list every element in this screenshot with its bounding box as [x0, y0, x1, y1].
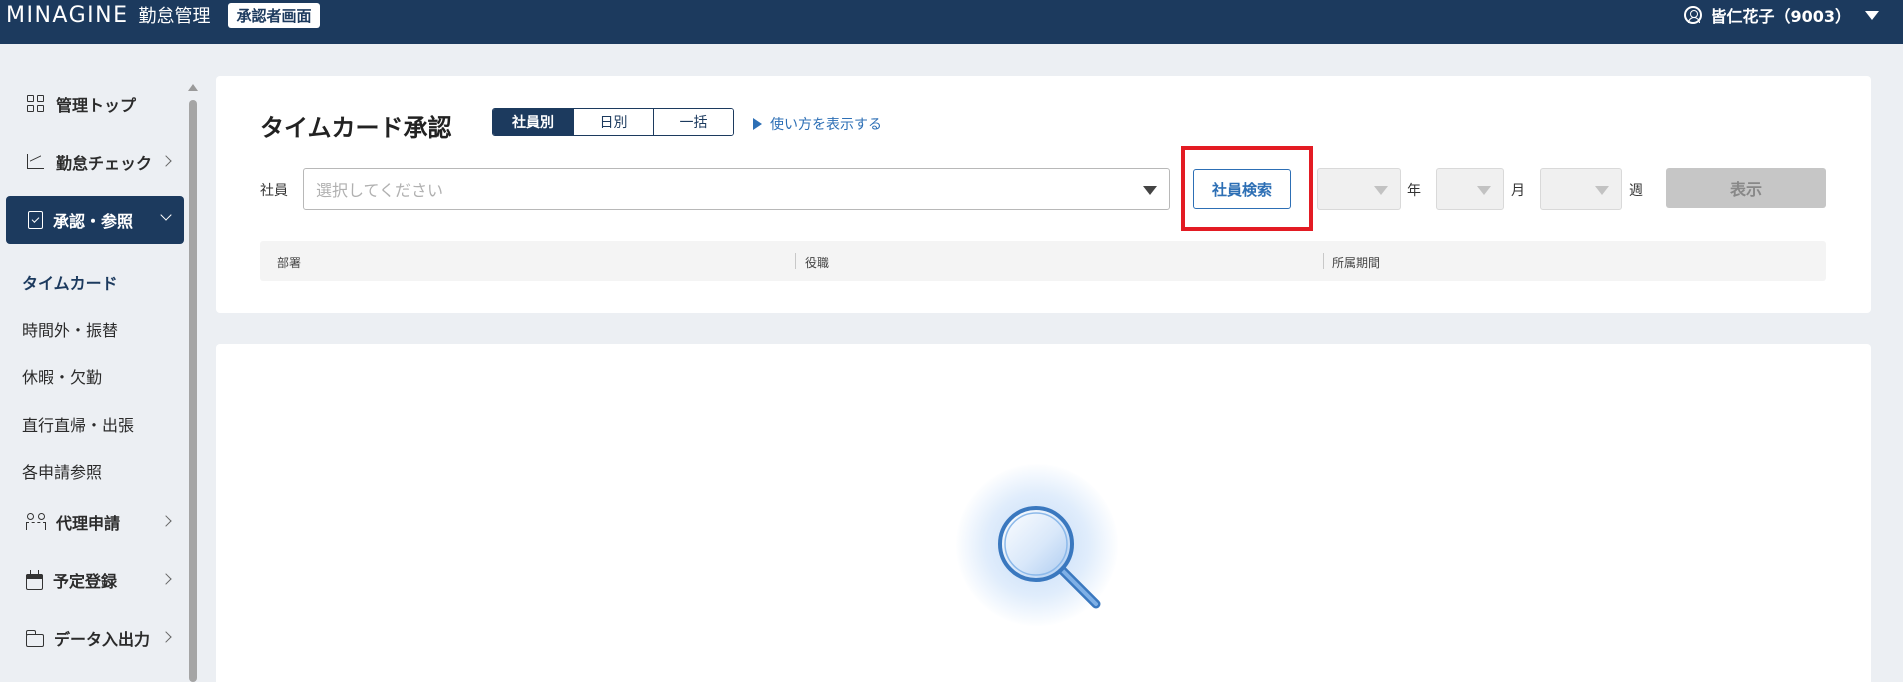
chevron-down-icon [160, 209, 172, 221]
brand-product: 勤怠管理 [138, 6, 211, 27]
sidebar-item-label: 承認・参照 [53, 212, 134, 231]
user-menu[interactable]: 皆仁花子（9003） [1684, 0, 1879, 30]
tab-by-day[interactable]: 日別 [573, 109, 653, 135]
info-position: 役職 [805, 256, 830, 270]
dropdown-arrow-icon [1595, 186, 1609, 195]
sidebar-item-label: 予定登録 [53, 572, 118, 591]
week-select[interactable] [1540, 168, 1622, 210]
tab-by-employee[interactable]: 社員別 [493, 109, 573, 135]
year-label: 年 [1407, 183, 1421, 199]
chevron-right-icon [160, 155, 172, 167]
sidebar-item-label: 勤怠チェック [56, 154, 153, 173]
dropdown-arrow-icon [1477, 186, 1491, 195]
employee-placeholder: 選択してください [316, 181, 444, 200]
week-label: 週 [1629, 183, 1643, 199]
magnifier-icon [998, 506, 1101, 609]
sidebar-item-admin-top[interactable]: 管理トップ [6, 80, 184, 128]
sidebar-scrollbar[interactable] [189, 100, 197, 682]
sidebar-sub-direct-trip[interactable]: 直行直帰・出張 [22, 412, 134, 436]
brand: MINAGINE 勤怠管理 [6, 2, 210, 28]
grid-icon [26, 94, 46, 114]
sidebar-item-label: データ入出力 [54, 630, 151, 649]
employee-label: 社員 [260, 183, 288, 199]
show-button[interactable]: 表示 [1666, 168, 1826, 208]
chart-icon [26, 152, 46, 172]
month-label: 月 [1511, 183, 1525, 199]
tab-bulk[interactable]: 一括 [653, 109, 733, 135]
user-icon [1684, 6, 1703, 24]
sidebar-sub-request-ref[interactable]: 各申請参照 [22, 459, 102, 483]
people-icon [26, 512, 46, 532]
user-name: 皆仁花子（9003） [1710, 7, 1851, 26]
result-card [216, 344, 1871, 682]
sidebar: 管理トップ 勤怠チェック 承認・参照 タイムカード 時間外・振替 休暇・欠勤 直… [0, 44, 200, 682]
calendar-icon [26, 569, 43, 590]
folder-icon [26, 629, 44, 647]
sidebar-sub-timecard[interactable]: タイムカード [22, 270, 118, 294]
dropdown-arrow-icon [1143, 186, 1157, 195]
view-mode-tabs: 社員別 日別 一括 [492, 108, 734, 136]
sidebar-item-label: 管理トップ [56, 96, 137, 115]
chevron-down-icon [1865, 10, 1879, 20]
scroll-up-arrow[interactable] [188, 84, 198, 91]
search-card: タイムカード承認 社員別 日別 一括 使い方を表示する 社員 選択してください … [216, 76, 1871, 313]
dropdown-arrow-icon [1374, 186, 1388, 195]
employee-search-button[interactable]: 社員検索 [1193, 169, 1291, 209]
document-check-icon [28, 211, 43, 229]
brand-logo: MINAGINE [6, 3, 129, 28]
approver-badge: 承認者画面 [228, 2, 320, 28]
month-select[interactable] [1436, 168, 1504, 210]
app-header: MINAGINE 勤怠管理 承認者画面 皆仁花子（9003） [0, 0, 1903, 44]
employee-select[interactable]: 選択してください [303, 168, 1170, 210]
year-select[interactable] [1317, 168, 1401, 210]
chevron-right-icon [160, 631, 172, 643]
play-icon [753, 118, 762, 130]
page-title: タイムカード承認 [260, 114, 452, 142]
howto-link[interactable]: 使い方を表示する [753, 114, 882, 134]
chevron-right-icon [160, 573, 172, 585]
sidebar-item-label: 代理申請 [56, 514, 121, 533]
sidebar-item-data-io[interactable]: データ入出力 [6, 614, 184, 662]
employee-info-bar: 部署 役職 所属期間 [260, 241, 1826, 281]
sidebar-item-approval[interactable]: 承認・参照 [6, 196, 184, 244]
chevron-right-icon [160, 515, 172, 527]
howto-link-label: 使い方を表示する [770, 117, 882, 133]
sidebar-sub-overtime[interactable]: 時間外・振替 [22, 317, 118, 341]
sidebar-sub-leave[interactable]: 休暇・欠勤 [22, 364, 102, 388]
sidebar-item-schedule[interactable]: 予定登録 [6, 556, 184, 604]
divider [795, 253, 796, 269]
info-department: 部署 [277, 256, 302, 270]
sidebar-item-attendance-check[interactable]: 勤怠チェック [6, 138, 184, 186]
info-period: 所属期間 [1332, 256, 1381, 270]
sidebar-item-proxy-request[interactable]: 代理申請 [6, 498, 184, 546]
divider [1323, 253, 1324, 269]
